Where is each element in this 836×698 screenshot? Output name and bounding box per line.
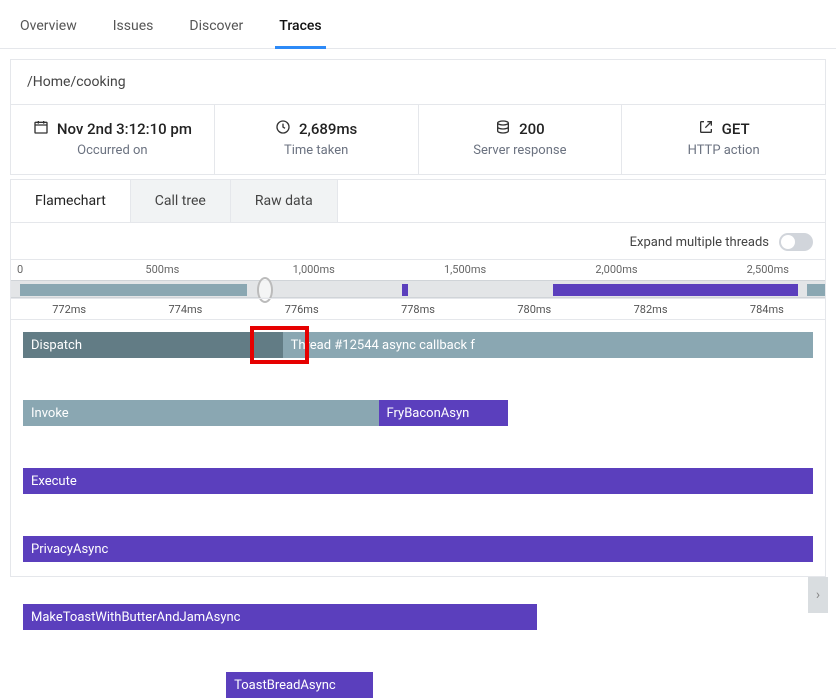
flamechart[interactable]: DispatchThread #12544 async callback f In… xyxy=(23,332,813,536)
minimap[interactable] xyxy=(11,280,825,298)
bar-invoke[interactable]: Invoke xyxy=(23,400,379,426)
outer-timeline-ruler: 0 500ms 1,000ms 1,500ms 2,000ms 2,500ms xyxy=(11,260,825,280)
tab-issues[interactable]: Issues xyxy=(109,12,158,48)
bar-toast-bread[interactable]: ToastBreadAsync xyxy=(226,672,373,698)
flame-row: PrivacyAsync xyxy=(23,536,813,562)
flame-row: Execute xyxy=(23,468,813,494)
tab-traces[interactable]: Traces xyxy=(275,12,325,48)
subtab-rawdata[interactable]: Raw data xyxy=(231,180,338,222)
outer-tick: 2,500ms xyxy=(747,263,789,276)
outer-tick: 500ms xyxy=(145,263,179,276)
inner-tick: 778ms xyxy=(401,303,435,316)
bar-fry-bacon[interactable]: FryBaconAsyn xyxy=(379,400,509,426)
minimap-segment xyxy=(807,284,825,296)
bar-execute[interactable]: Execute xyxy=(23,468,813,494)
outer-tick: 1,000ms xyxy=(293,263,335,276)
external-link-icon xyxy=(698,119,714,139)
subtab-calltree[interactable]: Call tree xyxy=(131,180,231,222)
clock-icon xyxy=(275,119,291,139)
bar-privacy[interactable]: PrivacyAsync xyxy=(23,536,813,562)
flame-row: InvokeFryBaconAsyn xyxy=(23,400,813,426)
inner-tick: 784ms xyxy=(750,303,784,316)
server-icon xyxy=(495,119,511,139)
bar-thread-callback[interactable]: Thread #12544 async callback f xyxy=(283,332,813,358)
inner-timeline-ruler: 772ms 774ms 776ms 778ms 780ms 782ms 784ms xyxy=(11,298,825,320)
outer-tick: 1,500ms xyxy=(444,263,486,276)
metric-occurred-value: Nov 2nd 3:12:10 pm xyxy=(57,120,192,138)
metric-http-value: GET xyxy=(722,120,750,138)
inner-tick: 782ms xyxy=(634,303,668,316)
calendar-icon xyxy=(33,119,49,139)
breadcrumb: /Home/cooking xyxy=(11,60,825,105)
outer-tick: 0 xyxy=(17,263,23,276)
metric-time-label: Time taken xyxy=(223,143,410,158)
inner-tick: 780ms xyxy=(517,303,551,316)
inner-tick: 772ms xyxy=(52,303,86,316)
metric-time-value: 2,689ms xyxy=(299,120,357,138)
metric-http-label: HTTP action xyxy=(630,143,817,158)
bar-make-toast[interactable]: MakeToastWithButterAndJamAsync xyxy=(23,604,537,630)
scroll-right-button[interactable]: › xyxy=(808,577,828,613)
subtab-flamechart[interactable]: Flamechart xyxy=(11,180,131,222)
metric-occurred-label: Occurred on xyxy=(19,143,206,158)
bar-dispatch[interactable]: Dispatch xyxy=(23,332,283,358)
inner-tick: 776ms xyxy=(285,303,319,316)
expand-threads-label: Expand multiple threads xyxy=(630,235,769,250)
minimap-segment xyxy=(553,284,798,296)
flame-row: MakeToastWithButterAndJamAsync xyxy=(23,604,813,630)
outer-tick: 2,000ms xyxy=(595,263,637,276)
metric-server-label: Server response xyxy=(427,143,614,158)
minimap-segment xyxy=(20,284,247,296)
expand-threads-toggle[interactable] xyxy=(779,233,813,251)
minimap-segment xyxy=(402,284,408,296)
tab-discover[interactable]: Discover xyxy=(185,12,247,48)
flame-row: DispatchThread #12544 async callback f xyxy=(23,332,813,358)
tab-overview[interactable]: Overview xyxy=(16,12,81,48)
flame-row: ToastBreadAsync xyxy=(23,672,813,698)
metric-server-value: 200 xyxy=(519,120,545,138)
inner-tick: 774ms xyxy=(168,303,202,316)
